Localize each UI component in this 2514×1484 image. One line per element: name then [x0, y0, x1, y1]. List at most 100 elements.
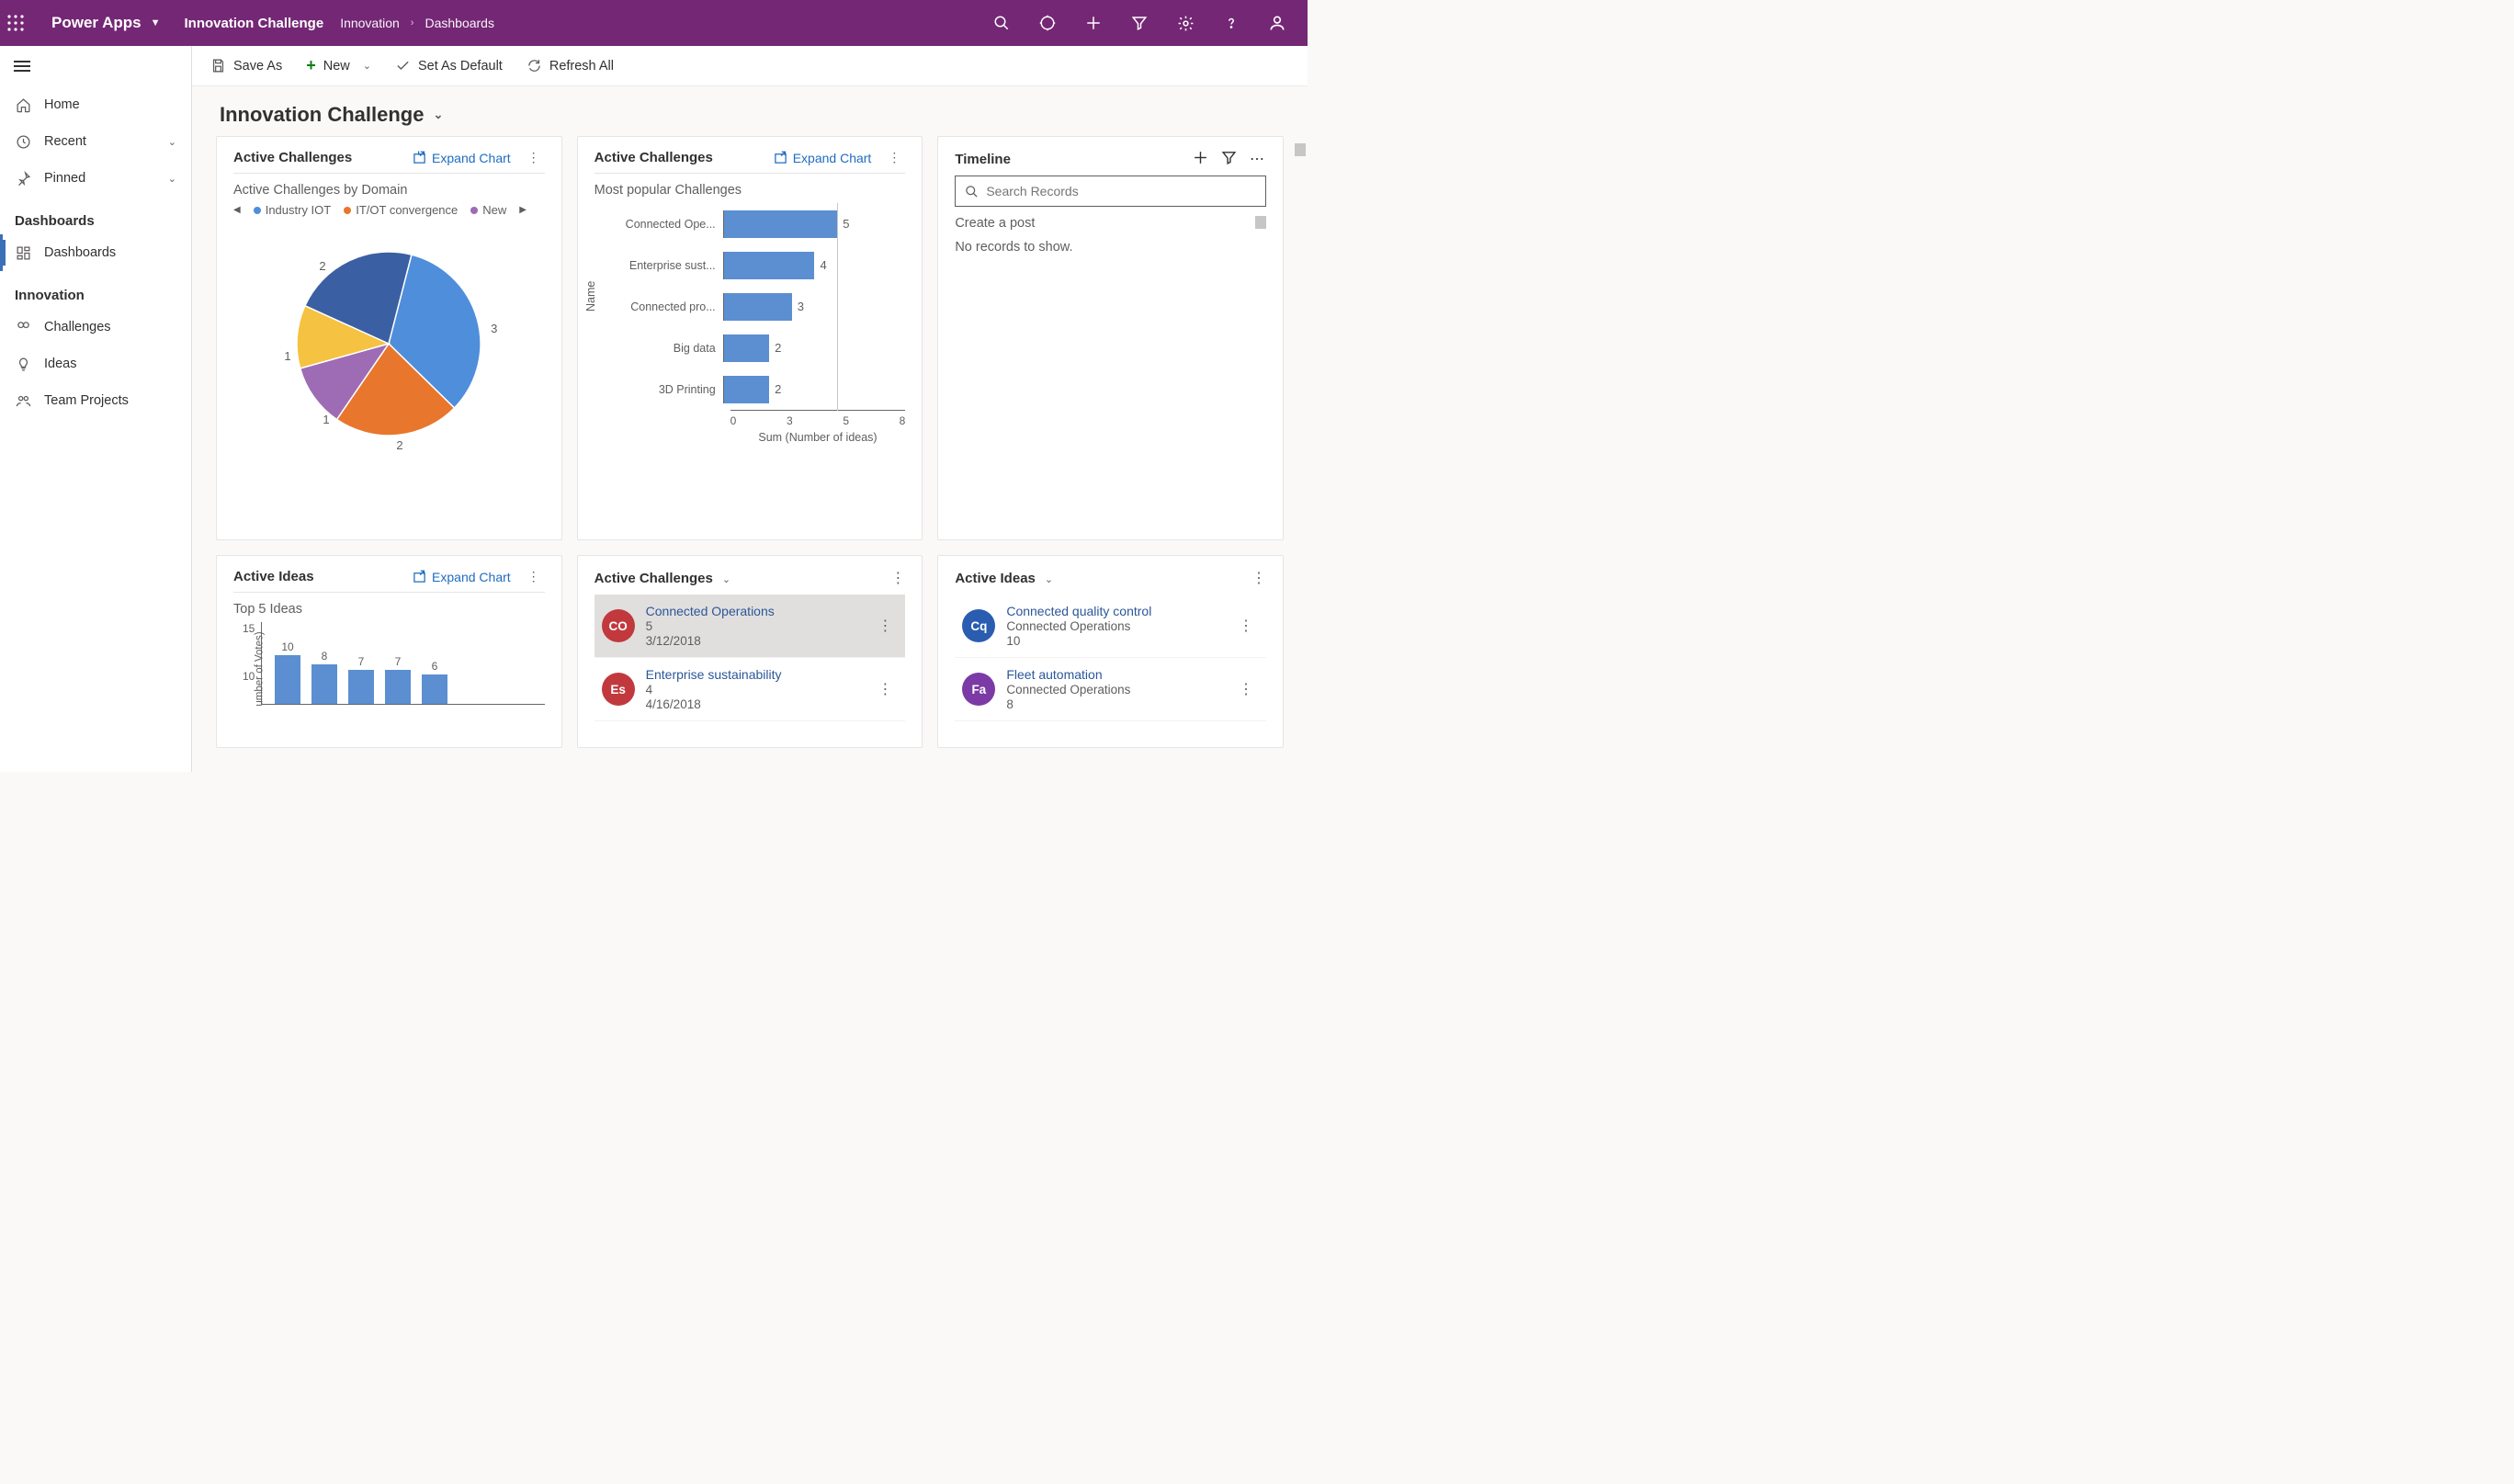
- avatar: CO: [602, 609, 635, 642]
- x-axis-label: Sum (Number of ideas): [730, 431, 906, 444]
- refresh-icon: [527, 58, 542, 74]
- more-icon[interactable]: ⋯: [1250, 150, 1266, 168]
- person-icon[interactable]: [1254, 0, 1300, 46]
- search-input[interactable]: [986, 184, 1256, 198]
- legend-item[interactable]: New: [470, 203, 506, 217]
- sidebar-item-dashboards[interactable]: Dashboards: [0, 234, 191, 271]
- chart-subtitle: Active Challenges by Domain: [233, 183, 545, 198]
- sidebar-item-pinned[interactable]: Pinned ⌄: [0, 160, 191, 197]
- list-item[interactable]: EsEnterprise sustainability44/16/2018⋮: [595, 658, 906, 721]
- refresh-button[interactable]: Refresh All: [527, 58, 614, 74]
- x-tick: 0: [730, 414, 737, 427]
- more-icon[interactable]: ⋮: [524, 150, 545, 165]
- cmd-label: Refresh All: [549, 59, 614, 74]
- more-icon[interactable]: ⋮: [872, 680, 898, 698]
- legend-next-icon[interactable]: ▶: [519, 205, 527, 215]
- pin-icon: [15, 170, 31, 187]
- filter-icon[interactable]: [1116, 0, 1162, 46]
- more-icon[interactable]: ⋮: [890, 569, 905, 587]
- hbar-category: Connected pro...: [613, 300, 723, 313]
- reference-line: [837, 244, 838, 287]
- scrollbar-thumb[interactable]: [1255, 216, 1266, 229]
- reference-line: [837, 327, 838, 369]
- sidebar-item-label: Pinned: [44, 171, 85, 186]
- chevron-down-icon: ⌄: [168, 136, 176, 148]
- record-count: 5: [646, 619, 775, 633]
- list-item[interactable]: CqConnected quality controlConnected Ope…: [955, 595, 1266, 658]
- expand-chart-button[interactable]: Expand Chart: [413, 570, 511, 584]
- legend-prev-icon[interactable]: ◀: [233, 205, 241, 215]
- chevron-down-icon: ⌄: [363, 60, 371, 72]
- breadcrumb-item[interactable]: Dashboards: [425, 16, 494, 30]
- saveas-button[interactable]: Save As: [210, 58, 282, 74]
- challenges-list[interactable]: COConnected Operations53/12/2018⋮EsEnter…: [595, 595, 906, 742]
- sidebar: Home Recent ⌄ Pinned ⌄ Dashboards Dashbo…: [0, 46, 192, 772]
- sidebar-item-recent[interactable]: Recent ⌄: [0, 123, 191, 160]
- page-title[interactable]: Innovation Challenge ⌄: [192, 86, 1308, 136]
- sidebar-item-home[interactable]: Home: [0, 86, 191, 123]
- record-count: 8: [1006, 697, 1130, 711]
- search-records[interactable]: [955, 176, 1266, 207]
- main: Save As + New ⌄ Set As Default Refresh A…: [192, 46, 1308, 772]
- help-icon[interactable]: [1208, 0, 1254, 46]
- card-title[interactable]: Active Ideas⌄: [955, 571, 1053, 586]
- list-item[interactable]: FaFleet automationConnected Operations8⋮: [955, 658, 1266, 721]
- add-icon[interactable]: [1193, 150, 1208, 168]
- card-active-challenges-bar: Active Challenges Expand Chart ⋮ Most po…: [577, 136, 923, 540]
- more-icon[interactable]: ⋮: [884, 150, 905, 165]
- environment-name[interactable]: Innovation Challenge: [185, 16, 324, 31]
- new-button[interactable]: + New ⌄: [306, 56, 371, 75]
- brand[interactable]: Power Apps ▼: [44, 14, 168, 32]
- cmd-label: Save As: [233, 59, 282, 74]
- target-icon[interactable]: [1025, 0, 1070, 46]
- record-date: 4/16/2018: [646, 697, 782, 711]
- setdefault-button[interactable]: Set As Default: [395, 58, 503, 74]
- add-icon[interactable]: [1070, 0, 1116, 46]
- hamburger-icon[interactable]: [0, 46, 44, 86]
- more-icon[interactable]: ⋮: [1233, 617, 1259, 635]
- command-bar: Save As + New ⌄ Set As Default Refresh A…: [192, 46, 1308, 86]
- more-icon[interactable]: ⋮: [1251, 569, 1266, 587]
- filter-icon[interactable]: [1221, 150, 1237, 168]
- gear-icon[interactable]: [1162, 0, 1208, 46]
- hbar-row: Connected Ope...5: [613, 203, 906, 244]
- vbar-chart: umber of Votes) 1510 108776: [233, 622, 545, 705]
- cmd-label: Set As Default: [418, 59, 503, 74]
- y-tick: 15: [243, 622, 255, 635]
- more-icon[interactable]: ⋮: [872, 617, 898, 635]
- chevron-down-icon: ▼: [151, 17, 161, 28]
- scrollbar-thumb[interactable]: [1295, 143, 1306, 156]
- pie-chart: 3 2 1 1 2: [278, 233, 499, 454]
- list-item[interactable]: COConnected Operations53/12/2018⋮: [595, 595, 906, 658]
- x-tick: 8: [900, 414, 906, 427]
- card-active-ideas-chart: Active Ideas Expand Chart ⋮ Top 5 Ideas …: [216, 555, 562, 748]
- page-title-label: Innovation Challenge: [220, 103, 424, 127]
- breadcrumb-item[interactable]: Innovation: [340, 16, 400, 30]
- legend-item[interactable]: Industry IOT: [254, 203, 332, 217]
- ideas-list[interactable]: CqConnected quality controlConnected Ope…: [955, 595, 1266, 742]
- sidebar-item-team-projects[interactable]: Team Projects: [0, 382, 191, 419]
- app-launcher-icon[interactable]: [7, 15, 44, 31]
- create-post-link[interactable]: Create a post: [955, 216, 1266, 231]
- chart-subtitle: Most popular Challenges: [595, 183, 906, 198]
- record-title: Fleet automation: [1006, 667, 1130, 682]
- more-icon[interactable]: ⋮: [524, 569, 545, 584]
- card-active-ideas-list: Active Ideas⌄ ⋮ CqConnected quality cont…: [937, 555, 1284, 748]
- search-icon[interactable]: [979, 0, 1025, 46]
- sidebar-item-label: Challenges: [44, 320, 111, 334]
- sidebar-item-challenges[interactable]: Challenges: [0, 309, 191, 346]
- record-count: 10: [1006, 634, 1151, 648]
- more-icon[interactable]: ⋮: [1233, 680, 1259, 698]
- vbar-bar: [275, 655, 300, 704]
- sidebar-item-label: Ideas: [44, 357, 76, 371]
- breadcrumb: Innovation › Dashboards: [340, 16, 494, 30]
- header-actions: [979, 0, 1300, 46]
- chevron-down-icon: ⌄: [168, 173, 176, 185]
- vbar-column: 8: [311, 650, 337, 704]
- sidebar-item-ideas[interactable]: Ideas: [0, 346, 191, 382]
- expand-chart-button[interactable]: Expand Chart: [774, 151, 872, 165]
- card-title[interactable]: Active Challenges⌄: [595, 571, 730, 586]
- card-title: Timeline: [955, 152, 1011, 167]
- expand-chart-button[interactable]: Expand Chart: [413, 151, 511, 165]
- legend-item[interactable]: IT/OT convergence: [344, 203, 458, 217]
